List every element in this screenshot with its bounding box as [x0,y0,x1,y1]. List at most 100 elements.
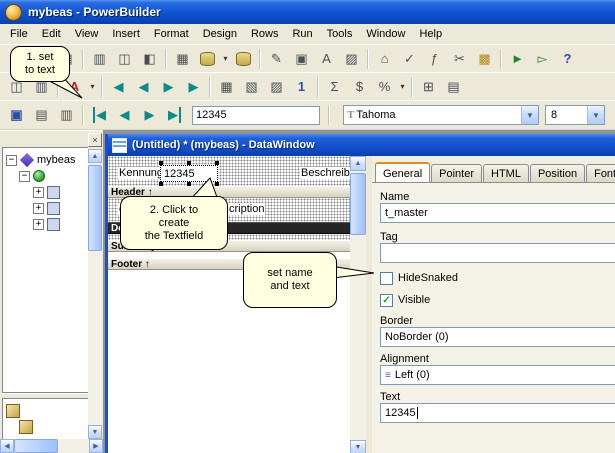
menu-help[interactable]: Help [412,24,449,44]
horizontal-scrollbar[interactable]: ◀ ▶ [0,439,103,453]
selection-handle[interactable] [159,161,163,165]
run-icon[interactable]: ► [505,47,530,70]
header-label-2[interactable]: Beschreib [300,167,350,179]
text-object-icon[interactable]: A [314,47,339,70]
vertical-scrollbar[interactable]: ▲ ▼ [88,149,102,439]
collapse-icon[interactable]: − [6,155,17,166]
tree-item-workspace[interactable]: − mybeas [3,152,88,168]
clip-icon[interactable]: ✂ [447,47,472,70]
text-color-dropdown-icon[interactable]: ▾ [87,75,98,98]
next-row-icon[interactable]: ▶ [137,104,162,127]
print-preview-icon[interactable]: ▥ [54,104,79,127]
name-field[interactable]: t_master [380,203,615,223]
font-size-select[interactable]: 8 ▼ [545,105,605,125]
arrow-right-icon[interactable]: ▶ [156,75,181,98]
scroll-down-icon[interactable]: ▼ [88,425,102,439]
hidesnaked-checkbox[interactable] [380,272,393,285]
scroll-up-icon[interactable]: ▲ [88,149,102,163]
scrollbar-thumb[interactable] [14,439,58,453]
tree-item-package[interactable] [3,419,88,435]
collapse-icon[interactable]: − [19,171,30,182]
menu-run[interactable]: Run [285,24,319,44]
scrollbar-thumb[interactable] [350,173,366,235]
db-profile-dropdown-icon[interactable]: ▾ [220,47,231,70]
tab-pointer[interactable]: Pointer [431,164,482,182]
copy-icon[interactable]: ◧ [137,47,162,70]
selection-handle[interactable] [187,161,191,165]
database-icon[interactable] [231,47,256,70]
percent-icon[interactable]: % [372,75,397,98]
options-icon[interactable]: ▩ [472,47,497,70]
first-row-icon[interactable]: ◀ [87,104,112,127]
run-select-icon[interactable]: ▻ [530,47,555,70]
last-row-icon[interactable]: ▶ [162,104,187,127]
font-select[interactable]: T Tahoma ▼ [343,105,539,125]
menu-design[interactable]: Design [196,24,244,44]
help-icon[interactable]: ? [555,47,580,70]
sort-icon[interactable]: ▨ [264,75,289,98]
scroll-left-icon[interactable]: ◀ [0,439,14,453]
tab-font[interactable]: Font [586,164,615,182]
scroll-right-icon[interactable]: ▶ [89,439,103,453]
border-select[interactable]: NoBorder (0) [380,327,615,347]
selection-handle[interactable] [215,161,219,165]
tree-item-object[interactable]: + [3,216,88,232]
scroll-up-icon[interactable]: ▲ [350,156,366,171]
tab-general[interactable]: General [375,162,430,182]
function-icon[interactable]: ƒ [422,47,447,70]
tab-order-icon[interactable]: 1 [289,75,314,98]
tab-html[interactable]: HTML [483,164,529,182]
detail-column-2[interactable]: cription [228,203,265,215]
tree-item-target[interactable]: − [3,168,88,184]
arrow-forward-icon[interactable]: ▶ [181,75,206,98]
window-painter-icon[interactable]: ▣ [289,47,314,70]
db-profile-icon[interactable] [195,47,220,70]
library-icon[interactable]: ▦ [170,47,195,70]
prior-row-icon[interactable]: ◀ [112,104,137,127]
grid-on-icon[interactable]: ⊞ [416,75,441,98]
tag-field[interactable] [380,243,615,263]
menu-tools[interactable]: Tools [320,24,360,44]
child-title-bar[interactable]: (Untitled) * (mybeas) - DataWindow [108,134,615,156]
browser-icon[interactable]: ⌂ [372,47,397,70]
size-combo-arrow-icon[interactable]: ▼ [587,106,604,124]
toolbar-text-input[interactable]: 12345 [192,106,320,125]
menu-format[interactable]: Format [147,24,196,44]
tree-item-object[interactable]: + [3,184,88,200]
canvas-vertical-scrollbar[interactable]: ▲ ▼ [350,156,366,453]
arrow-left-icon[interactable]: ◀ [131,75,156,98]
expand-icon[interactable]: + [33,219,44,230]
tab-position[interactable]: Position [530,164,585,182]
scroll-down-icon[interactable]: ▼ [350,440,366,453]
more-dropdown-icon[interactable]: ▾ [397,75,408,98]
alignment-select[interactable]: ≡ Left (0) [380,365,615,385]
close-icon[interactable]: × [88,133,102,147]
preview-mode-icon[interactable]: ▤ [441,75,466,98]
columns-icon[interactable]: ▦ [214,75,239,98]
edit-icon[interactable]: ✎ [264,47,289,70]
picture-icon[interactable]: ▨ [339,47,364,70]
visible-checkbox[interactable]: ✓ [380,294,393,307]
font-combo-arrow-icon[interactable]: ▼ [521,106,538,124]
tree-item-object[interactable]: + [3,200,88,216]
print-icon[interactable]: ▤ [29,104,54,127]
arrow-back-icon[interactable]: ◀ [106,75,131,98]
scrollbar-thumb[interactable] [88,165,102,251]
menu-rows[interactable]: Rows [244,24,286,44]
scrollbar-track[interactable] [58,439,89,453]
text-field[interactable]: 12345 [380,403,615,423]
expand-icon[interactable]: + [33,203,44,214]
menu-window[interactable]: Window [359,24,412,44]
system-tree[interactable]: − mybeas − + + + [2,147,88,393]
currency-icon[interactable]: $ [347,75,372,98]
preview-icon[interactable]: ▥ [87,47,112,70]
expand-icon[interactable]: + [33,187,44,198]
menu-insert[interactable]: Insert [105,24,147,44]
save-icon[interactable]: ▣ [4,104,29,127]
sum-icon[interactable]: Σ [322,75,347,98]
todo-icon[interactable]: ✓ [397,47,422,70]
menu-file[interactable]: File [3,24,35,44]
menu-view[interactable]: View [68,24,106,44]
tree-item-package[interactable] [3,403,88,419]
group-icon[interactable]: ▧ [239,75,264,98]
